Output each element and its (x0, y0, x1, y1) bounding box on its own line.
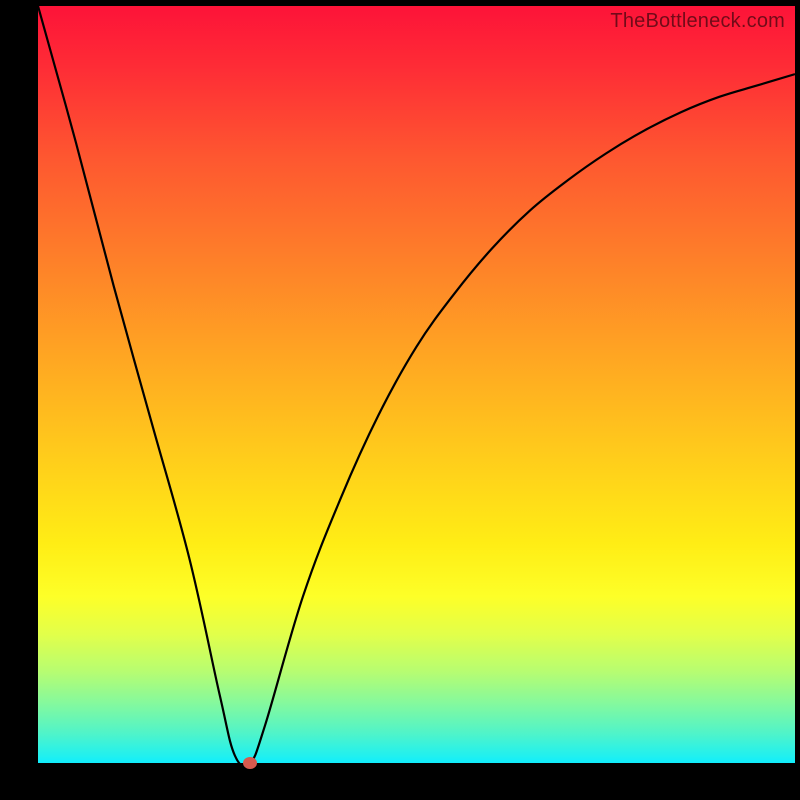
bottleneck-curve-path (38, 6, 795, 766)
plot-area: TheBottleneck.com (38, 6, 795, 763)
chart-frame: TheBottleneck.com (0, 0, 800, 800)
curve-svg (38, 6, 795, 763)
minimum-marker (243, 757, 257, 769)
